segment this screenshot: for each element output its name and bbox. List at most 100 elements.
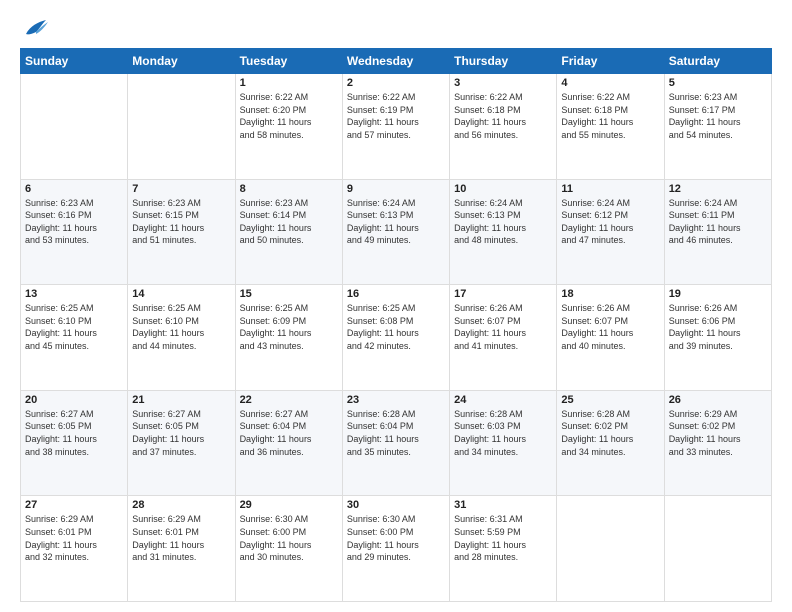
day-info: Sunrise: 6:22 AM Sunset: 6:19 PM Dayligh…	[347, 91, 445, 141]
day-info: Sunrise: 6:24 AM Sunset: 6:13 PM Dayligh…	[454, 197, 552, 247]
calendar-cell: 21 Sunrise: 6:27 AM Sunset: 6:05 PM Dayli…	[128, 390, 235, 496]
week-row-3: 20 Sunrise: 6:27 AM Sunset: 6:05 PM Dayli…	[21, 390, 772, 496]
calendar-cell: 11 Sunrise: 6:24 AM Sunset: 6:12 PM Dayli…	[557, 179, 664, 285]
header	[20, 16, 772, 38]
day-number: 4	[561, 77, 659, 89]
weekday-header-saturday: Saturday	[664, 49, 771, 74]
day-number: 30	[347, 499, 445, 511]
day-number: 8	[240, 183, 338, 195]
day-info: Sunrise: 6:26 AM Sunset: 6:06 PM Dayligh…	[669, 302, 767, 352]
day-info: Sunrise: 6:26 AM Sunset: 6:07 PM Dayligh…	[454, 302, 552, 352]
calendar-cell: 12 Sunrise: 6:24 AM Sunset: 6:11 PM Dayli…	[664, 179, 771, 285]
day-info: Sunrise: 6:24 AM Sunset: 6:11 PM Dayligh…	[669, 197, 767, 247]
day-info: Sunrise: 6:28 AM Sunset: 6:02 PM Dayligh…	[561, 408, 659, 458]
day-info: Sunrise: 6:25 AM Sunset: 6:09 PM Dayligh…	[240, 302, 338, 352]
calendar-cell: 23Sunrise: 6:28 AM Sunset: 6:04 PM Dayli…	[342, 390, 449, 496]
calendar-cell	[557, 496, 664, 602]
day-number: 6	[25, 183, 123, 195]
day-info: Sunrise: 6:24 AM Sunset: 6:13 PM Dayligh…	[347, 197, 445, 247]
day-info: Sunrise: 6:25 AM Sunset: 6:08 PM Dayligh…	[347, 302, 445, 352]
day-info: Sunrise: 6:29 AM Sunset: 6:01 PM Dayligh…	[25, 513, 123, 563]
day-info: Sunrise: 6:22 AM Sunset: 6:20 PM Dayligh…	[240, 91, 338, 141]
day-number: 13	[25, 288, 123, 300]
calendar-cell: 30 Sunrise: 6:30 AM Sunset: 6:00 PM Dayli…	[342, 496, 449, 602]
weekday-header-monday: Monday	[128, 49, 235, 74]
day-info: Sunrise: 6:23 AM Sunset: 6:17 PM Dayligh…	[669, 91, 767, 141]
day-number: 17	[454, 288, 552, 300]
day-number: 3	[454, 77, 552, 89]
calendar-cell: 25 Sunrise: 6:28 AM Sunset: 6:02 PM Dayli…	[557, 390, 664, 496]
day-info: Sunrise: 6:26 AM Sunset: 6:07 PM Dayligh…	[561, 302, 659, 352]
weekday-header-row: SundayMondayTuesdayWednesdayThursdayFrid…	[21, 49, 772, 74]
week-row-1: 6Sunrise: 6:23 AM Sunset: 6:16 PM Daylig…	[21, 179, 772, 285]
week-row-0: 1Sunrise: 6:22 AM Sunset: 6:20 PM Daylig…	[21, 74, 772, 180]
weekday-header-tuesday: Tuesday	[235, 49, 342, 74]
day-number: 27	[25, 499, 123, 511]
calendar-cell: 5 Sunrise: 6:23 AM Sunset: 6:17 PM Daylig…	[664, 74, 771, 180]
calendar-cell: 7 Sunrise: 6:23 AM Sunset: 6:15 PM Daylig…	[128, 179, 235, 285]
calendar-cell: 29 Sunrise: 6:30 AM Sunset: 6:00 PM Dayli…	[235, 496, 342, 602]
day-number: 2	[347, 77, 445, 89]
day-number: 23	[347, 394, 445, 406]
calendar-cell: 2 Sunrise: 6:22 AM Sunset: 6:19 PM Daylig…	[342, 74, 449, 180]
day-info: Sunrise: 6:27 AM Sunset: 6:05 PM Dayligh…	[132, 408, 230, 458]
day-number: 20	[25, 394, 123, 406]
day-number: 15	[240, 288, 338, 300]
day-info: Sunrise: 6:27 AM Sunset: 6:05 PM Dayligh…	[25, 408, 123, 458]
day-info: Sunrise: 6:22 AM Sunset: 6:18 PM Dayligh…	[454, 91, 552, 141]
day-number: 16	[347, 288, 445, 300]
day-number: 10	[454, 183, 552, 195]
calendar-cell: 31Sunrise: 6:31 AM Sunset: 5:59 PM Dayli…	[450, 496, 557, 602]
day-info: Sunrise: 6:30 AM Sunset: 6:00 PM Dayligh…	[347, 513, 445, 563]
day-number: 28	[132, 499, 230, 511]
day-number: 31	[454, 499, 552, 511]
calendar-cell: 16 Sunrise: 6:25 AM Sunset: 6:08 PM Dayli…	[342, 285, 449, 391]
calendar-cell: 4 Sunrise: 6:22 AM Sunset: 6:18 PM Daylig…	[557, 74, 664, 180]
calendar-cell: 19 Sunrise: 6:26 AM Sunset: 6:06 PM Dayli…	[664, 285, 771, 391]
weekday-header-sunday: Sunday	[21, 49, 128, 74]
day-info: Sunrise: 6:30 AM Sunset: 6:00 PM Dayligh…	[240, 513, 338, 563]
calendar-cell: 18Sunrise: 6:26 AM Sunset: 6:07 PM Dayli…	[557, 285, 664, 391]
week-row-4: 27 Sunrise: 6:29 AM Sunset: 6:01 PM Dayli…	[21, 496, 772, 602]
day-info: Sunrise: 6:25 AM Sunset: 6:10 PM Dayligh…	[25, 302, 123, 352]
calendar-cell: 10 Sunrise: 6:24 AM Sunset: 6:13 PM Dayli…	[450, 179, 557, 285]
day-number: 22	[240, 394, 338, 406]
day-number: 7	[132, 183, 230, 195]
calendar-cell: 6Sunrise: 6:23 AM Sunset: 6:16 PM Daylig…	[21, 179, 128, 285]
day-number: 11	[561, 183, 659, 195]
day-info: Sunrise: 6:27 AM Sunset: 6:04 PM Dayligh…	[240, 408, 338, 458]
calendar-cell	[21, 74, 128, 180]
calendar-cell: 17 Sunrise: 6:26 AM Sunset: 6:07 PM Dayli…	[450, 285, 557, 391]
day-number: 26	[669, 394, 767, 406]
day-info: Sunrise: 6:29 AM Sunset: 6:01 PM Dayligh…	[132, 513, 230, 563]
calendar-cell	[664, 496, 771, 602]
day-info: Sunrise: 6:23 AM Sunset: 6:15 PM Dayligh…	[132, 197, 230, 247]
calendar-cell: 1Sunrise: 6:22 AM Sunset: 6:20 PM Daylig…	[235, 74, 342, 180]
day-info: Sunrise: 6:28 AM Sunset: 6:03 PM Dayligh…	[454, 408, 552, 458]
day-info: Sunrise: 6:23 AM Sunset: 6:14 PM Dayligh…	[240, 197, 338, 247]
calendar-cell: 20 Sunrise: 6:27 AM Sunset: 6:05 PM Dayli…	[21, 390, 128, 496]
weekday-header-wednesday: Wednesday	[342, 49, 449, 74]
day-info: Sunrise: 6:22 AM Sunset: 6:18 PM Dayligh…	[561, 91, 659, 141]
logo-text	[20, 16, 50, 38]
logo	[20, 16, 50, 38]
day-info: Sunrise: 6:24 AM Sunset: 6:12 PM Dayligh…	[561, 197, 659, 247]
day-number: 5	[669, 77, 767, 89]
logo-bird-icon	[22, 16, 50, 38]
calendar-cell: 26 Sunrise: 6:29 AM Sunset: 6:02 PM Dayli…	[664, 390, 771, 496]
day-number: 9	[347, 183, 445, 195]
calendar-cell: 3 Sunrise: 6:22 AM Sunset: 6:18 PM Daylig…	[450, 74, 557, 180]
day-number: 19	[669, 288, 767, 300]
day-number: 29	[240, 499, 338, 511]
day-info: Sunrise: 6:29 AM Sunset: 6:02 PM Dayligh…	[669, 408, 767, 458]
day-info: Sunrise: 6:25 AM Sunset: 6:10 PM Dayligh…	[132, 302, 230, 352]
calendar-cell: 14Sunrise: 6:25 AM Sunset: 6:10 PM Dayli…	[128, 285, 235, 391]
day-number: 21	[132, 394, 230, 406]
calendar-cell: 22 Sunrise: 6:27 AM Sunset: 6:04 PM Dayli…	[235, 390, 342, 496]
week-row-2: 13 Sunrise: 6:25 AM Sunset: 6:10 PM Dayli…	[21, 285, 772, 391]
calendar-table: SundayMondayTuesdayWednesdayThursdayFrid…	[20, 48, 772, 602]
weekday-header-friday: Friday	[557, 49, 664, 74]
day-number: 12	[669, 183, 767, 195]
day-number: 25	[561, 394, 659, 406]
calendar-cell: 24Sunrise: 6:28 AM Sunset: 6:03 PM Dayli…	[450, 390, 557, 496]
